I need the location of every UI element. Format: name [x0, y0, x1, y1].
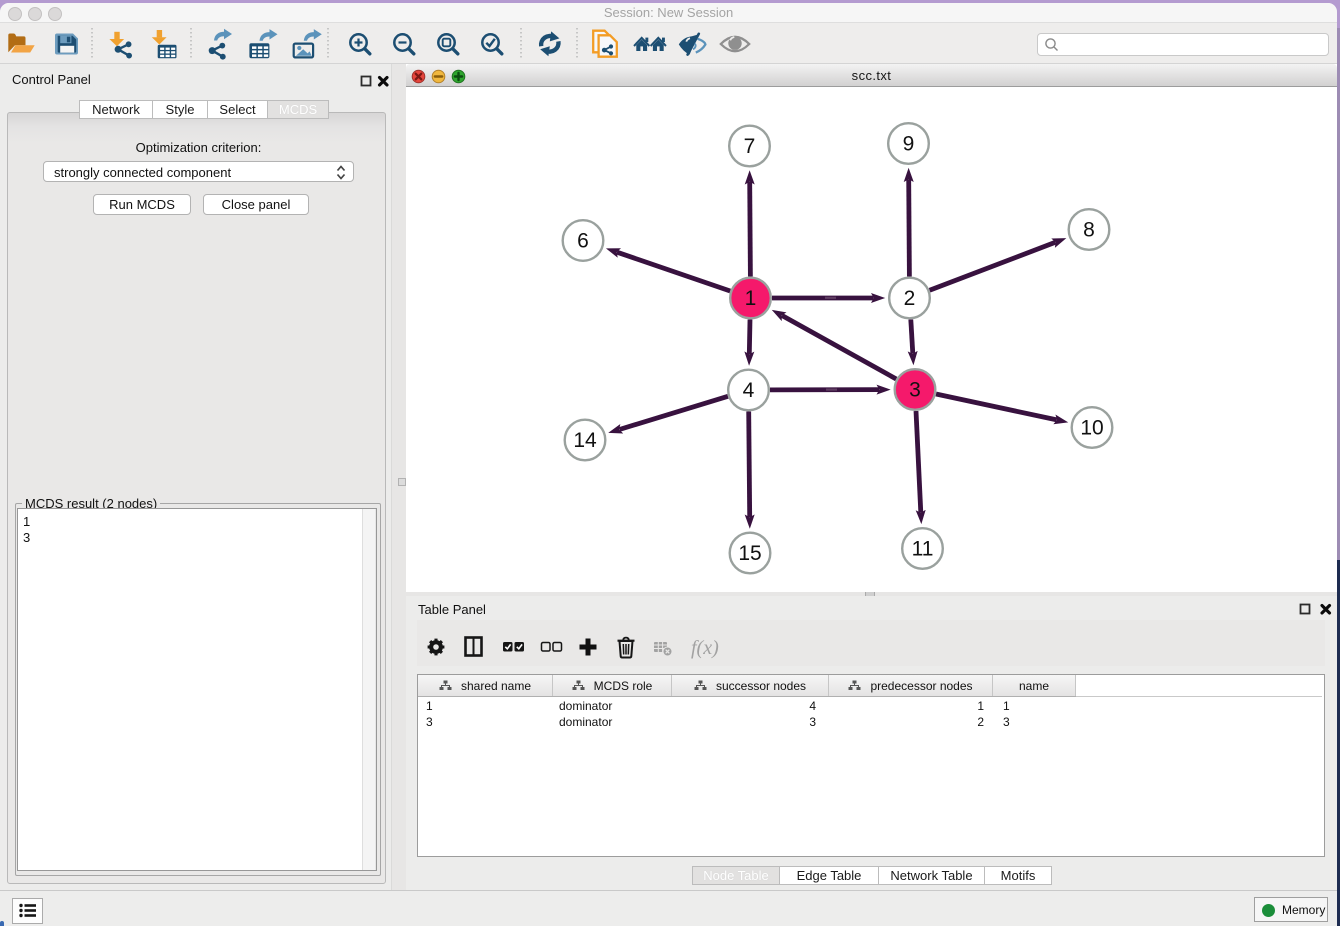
svg-text:4: 4 — [743, 379, 755, 402]
svg-text:14: 14 — [573, 429, 597, 452]
svg-text:8: 8 — [1083, 219, 1095, 242]
svg-text:f(x): f(x) — [691, 637, 719, 659]
svg-text:6: 6 — [577, 230, 589, 253]
svg-text:10: 10 — [1080, 417, 1103, 440]
svg-text:7: 7 — [744, 135, 756, 158]
svg-text:9: 9 — [903, 133, 915, 156]
svg-text:3: 3 — [909, 379, 921, 402]
svg-text:2: 2 — [904, 287, 916, 310]
svg-text:1: 1 — [745, 287, 757, 310]
svg-text:15: 15 — [738, 542, 761, 565]
svg-text:11: 11 — [912, 538, 934, 561]
